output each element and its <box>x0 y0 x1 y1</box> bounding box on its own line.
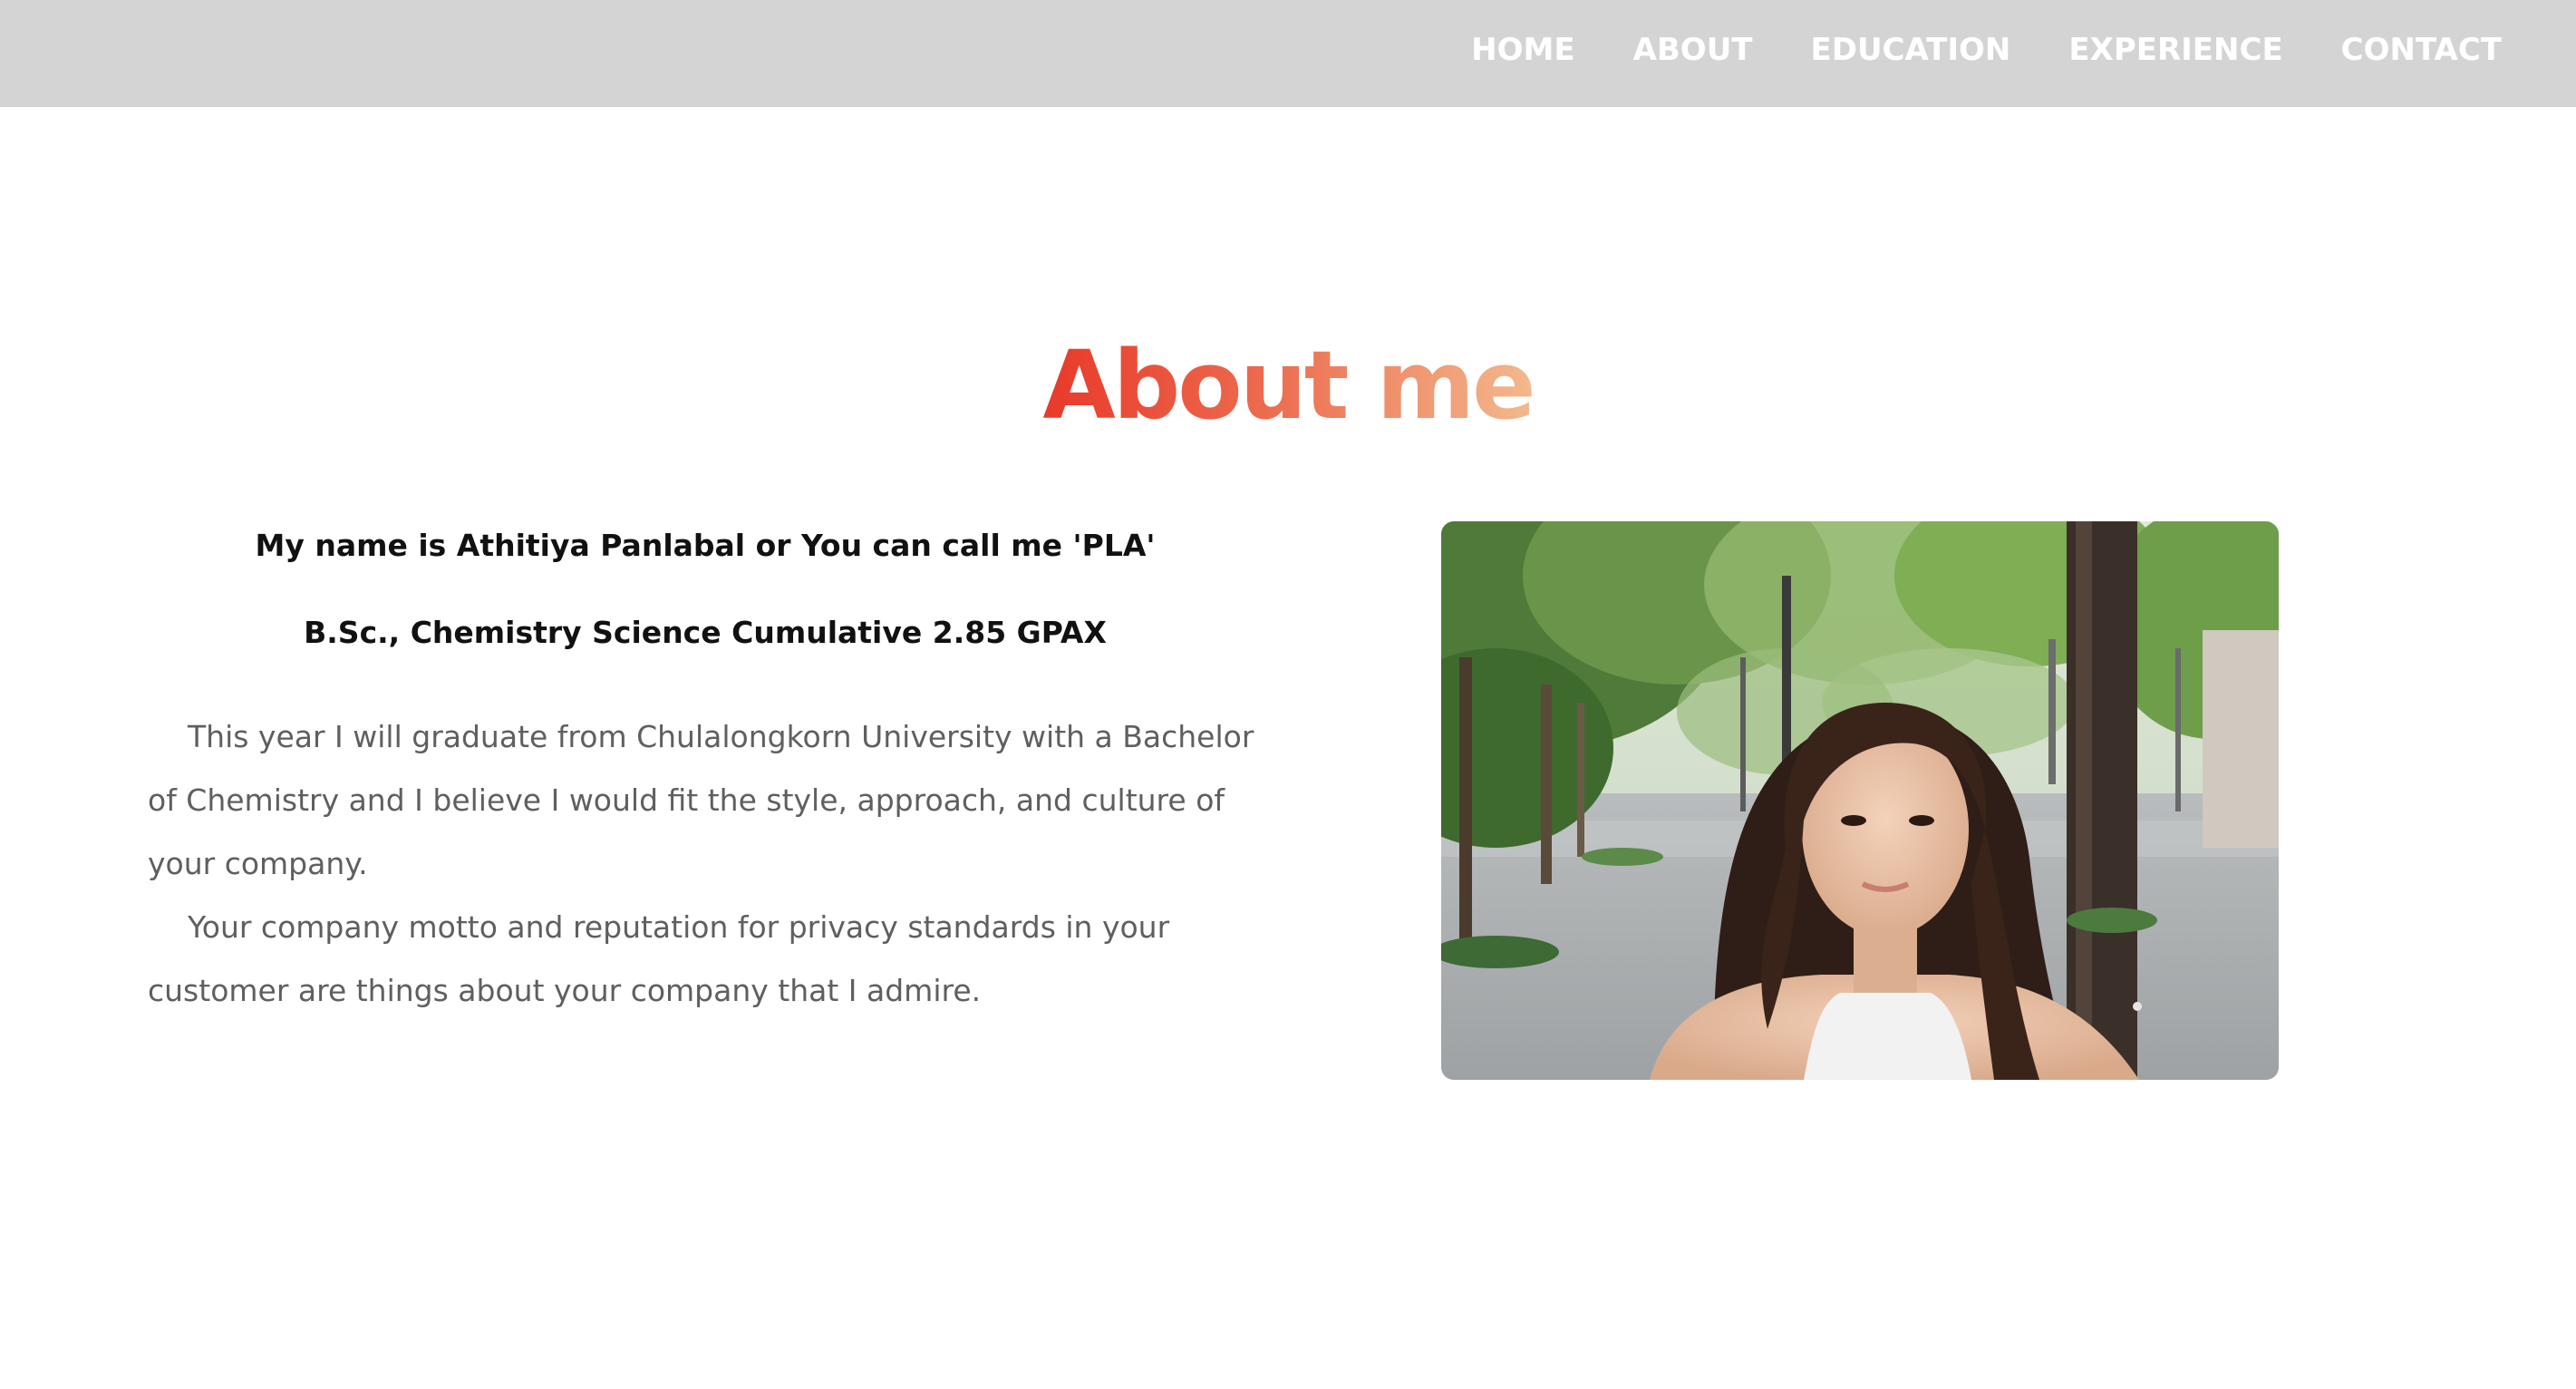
nav-link-contact[interactable]: CONTACT <box>2341 32 2502 68</box>
nav-link-experience[interactable]: EXPERIENCE <box>2068 32 2282 68</box>
bio-paragraph: Your company motto and reputation for pr… <box>148 909 1170 1008</box>
name-line: My name is Athitiya Panlabal or You can … <box>255 528 1156 563</box>
navbar: HOME ABOUT EDUCATION EXPERIENCE CONTACT <box>0 0 2576 107</box>
nav-link-about[interactable]: ABOUT <box>1633 32 1753 68</box>
bio-paragraph: This year I will graduate from Chulalong… <box>148 719 1254 881</box>
nav-link-home[interactable]: HOME <box>1471 32 1574 68</box>
page-title-text: About me <box>1042 330 1535 441</box>
profile-photo <box>1441 521 2279 1080</box>
degree-line: B.Sc., Chemistry Science Cumulative 2.85… <box>304 615 1107 650</box>
nav-link-education[interactable]: EDUCATION <box>1811 32 2011 68</box>
bio: This year I will graduate from Chulalong… <box>148 705 1290 1023</box>
page-title: About me <box>0 322 2576 449</box>
nav-links: HOME ABOUT EDUCATION EXPERIENCE CONTACT <box>1471 0 2502 100</box>
